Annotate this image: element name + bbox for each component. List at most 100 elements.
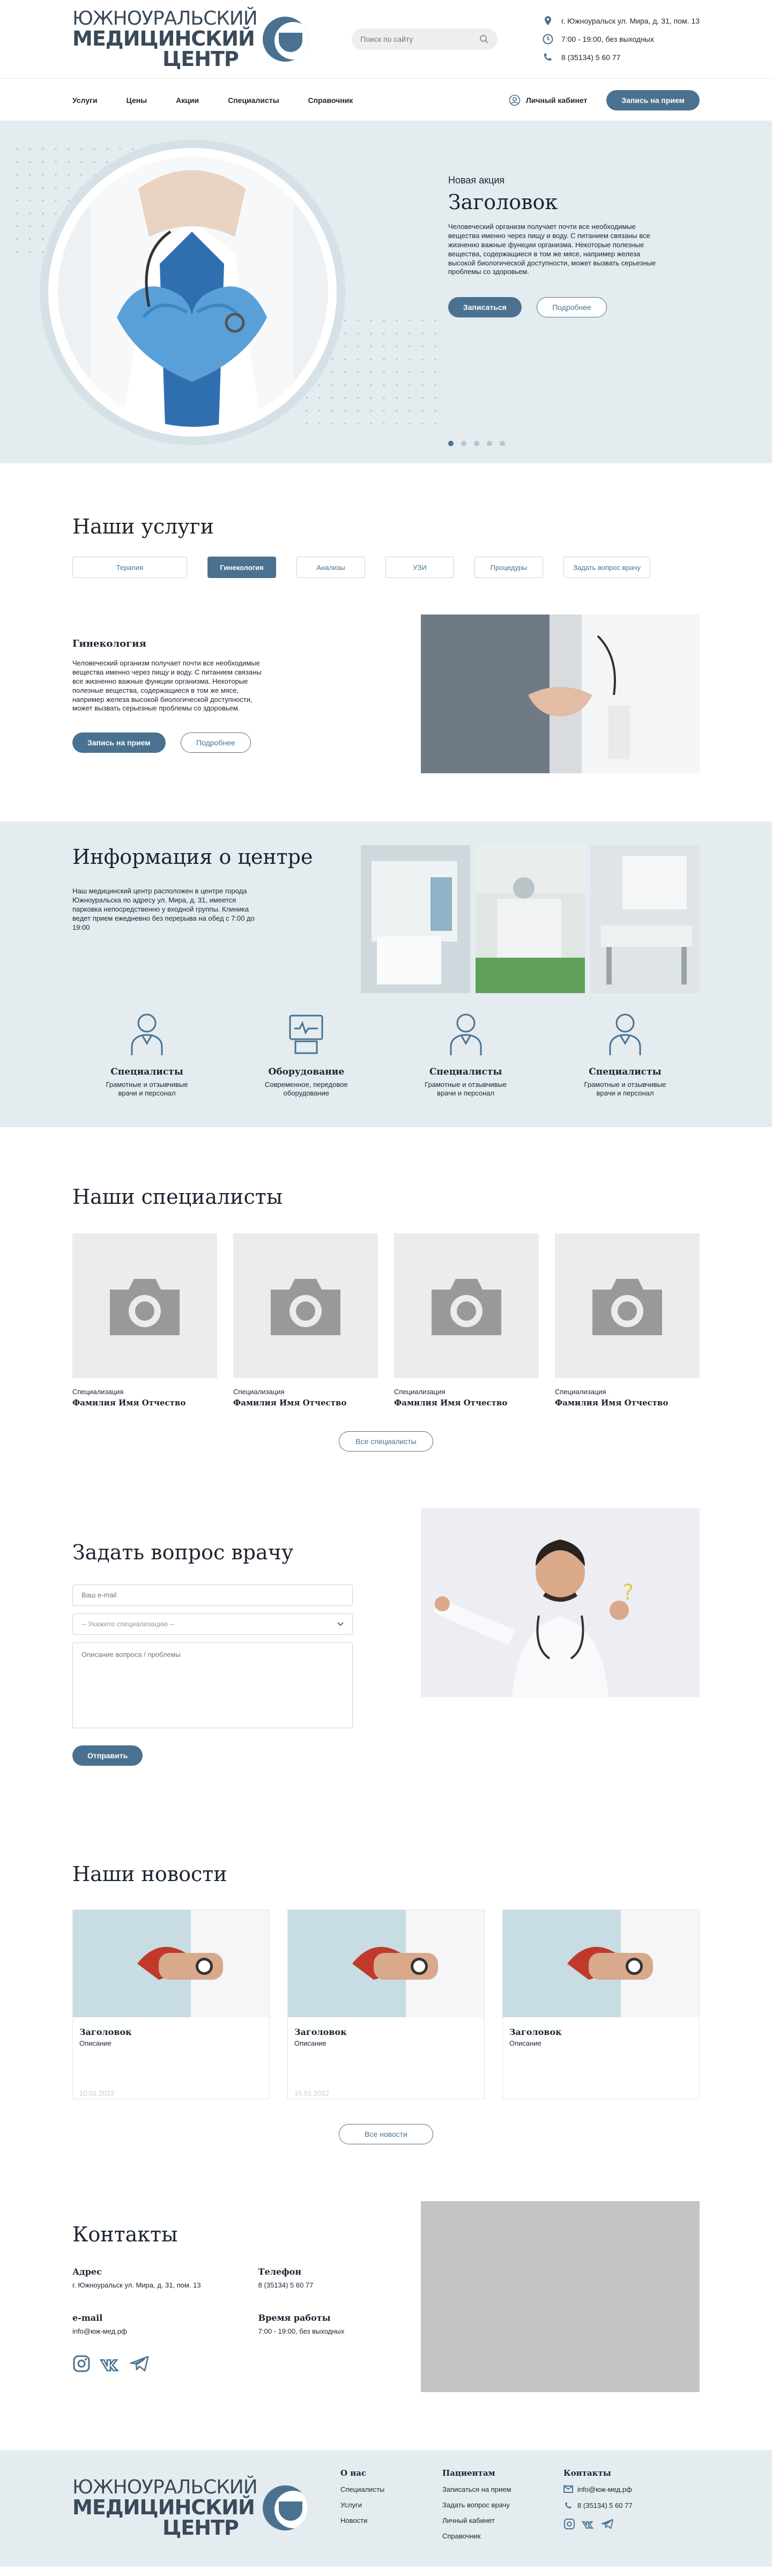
- header-hours: 7:00 - 19:00, без выходных: [561, 35, 654, 43]
- specialist-card[interactable]: Специализация Фамилия Имя Отчество: [72, 1233, 217, 1408]
- news-card[interactable]: Заголовок Описание: [502, 1909, 700, 2099]
- slider-dot[interactable]: [474, 441, 479, 446]
- vk-icon[interactable]: [99, 2355, 121, 2373]
- specialization-select[interactable]: -- Укажите специализацию --: [72, 1613, 353, 1635]
- contact-email: e-mail info@юж-мед.рф: [72, 2313, 258, 2335]
- search-icon[interactable]: [479, 34, 489, 44]
- logo-line-1: ЮЖНОУРАЛЬСКИЙ: [72, 8, 258, 29]
- news-card[interactable]: Заголовок Описание 10.01.2022: [72, 1909, 270, 2099]
- service-text: Человеческий организм получает почти все…: [72, 659, 262, 713]
- footer-phone[interactable]: 8 (35134) 5 60 77: [577, 2501, 633, 2510]
- footer-logo[interactable]: ЮЖНОУРАЛЬСКИЙ МЕДИЦИНСКИЙ ЦЕНТР: [72, 2468, 340, 2548]
- clinic-photo: [476, 845, 585, 993]
- feature-text: Грамотные и отзывчивые врачи и персонал: [584, 1080, 666, 1098]
- footer-link[interactable]: Задать вопрос врачу: [442, 2501, 563, 2509]
- email-label: e-mail: [72, 2312, 103, 2323]
- all-specialists-button[interactable]: Все специалисты: [339, 1431, 433, 1452]
- appointment-button[interactable]: Запись на прием: [606, 90, 700, 110]
- hero-text: Человеческий организм получает почти все…: [448, 223, 656, 276]
- logo-line-3: ЦЕНТР: [162, 47, 239, 71]
- hero-more-button[interactable]: Подробнее: [537, 297, 607, 318]
- search-box[interactable]: [352, 28, 498, 50]
- camera-icon: [271, 1278, 340, 1335]
- telegram-icon[interactable]: [601, 2518, 614, 2530]
- slider-dot[interactable]: [448, 441, 454, 446]
- specialist-card[interactable]: Специализация Фамилия Имя Отчество: [233, 1233, 378, 1408]
- instagram-icon[interactable]: [563, 2518, 575, 2530]
- footer-link[interactable]: Записаться на прием: [442, 2485, 563, 2493]
- service-more-button[interactable]: Подробнее: [181, 732, 251, 753]
- email-field[interactable]: [72, 1584, 353, 1606]
- footer-email[interactable]: info@юж-мед.рф: [577, 2485, 632, 2493]
- specialist-role: Специализация: [394, 1387, 446, 1396]
- logo[interactable]: ЮЖНОУРАЛЬСКИЙ МЕДИЦИНСКИЙ ЦЕНТР: [72, 9, 308, 69]
- services-section: Наши услуги Терапия Гинекология Анализы …: [0, 463, 772, 821]
- news-card-date: 10.01.2022: [294, 2089, 330, 2097]
- nav-item-specialists[interactable]: Специалисты: [228, 96, 279, 105]
- tab-analyses[interactable]: Анализы: [296, 557, 365, 578]
- logo-text: ЮЖНОУРАЛЬСКИЙ МЕДИЦИНСКИЙ ЦЕНТР: [72, 2476, 258, 2538]
- site-header: ЮЖНОУРАЛЬСКИЙ МЕДИЦИНСКИЙ ЦЕНТР г. Южноу…: [0, 0, 772, 121]
- header-address: г. Южноуральск ул. Мира, д. 31, пом. 13: [561, 17, 700, 25]
- svg-text:?: ?: [622, 1580, 634, 1605]
- email-value[interactable]: info@юж-мед.рф: [72, 2327, 258, 2335]
- nav-item-services[interactable]: Услуги: [72, 96, 98, 105]
- specialist-card[interactable]: Специализация Фамилия Имя Отчество: [555, 1233, 700, 1408]
- tab-gynecology[interactable]: Гинекология: [207, 557, 276, 578]
- news-card-title: Заголовок: [79, 2026, 132, 2037]
- footer-contacts: Контакты info@юж-мед.рф 8 (35134) 5 60 7…: [563, 2468, 633, 2548]
- header-phone[interactable]: 8 (35134) 5 60 77: [561, 53, 621, 62]
- question-textarea[interactable]: [72, 1642, 353, 1728]
- instagram-icon[interactable]: [72, 2355, 91, 2373]
- hero-signup-button[interactable]: Записаться: [448, 297, 522, 318]
- phone-value[interactable]: 8 (35134) 5 60 77: [258, 2281, 351, 2289]
- footer-link[interactable]: Новости: [340, 2516, 442, 2525]
- submit-button[interactable]: Отправить: [72, 1745, 143, 1766]
- footer-link[interactable]: Услуги: [340, 2501, 442, 2509]
- slider-dot[interactable]: [461, 441, 466, 446]
- service-heading: Гинекология: [72, 638, 146, 649]
- specialist-role: Специализация: [555, 1387, 606, 1396]
- slider-dot[interactable]: [500, 441, 505, 446]
- nav-item-promotions[interactable]: Акции: [176, 96, 199, 105]
- news-card-date: 10.01.2022: [79, 2089, 115, 2097]
- logo-line-2: МЕДИЦИНСКИЙ: [72, 2495, 255, 2519]
- ask-doctor-section: Задать вопрос врачу -- Укажите специализ…: [0, 1483, 772, 1819]
- vk-icon[interactable]: [582, 2518, 595, 2530]
- feature-item: Оборудование Современное, передовое обор…: [255, 1010, 357, 1098]
- hero-slider: Новая акция Заголовок Человеческий орган…: [0, 121, 772, 463]
- feature-text: Грамотные и отзывчивые врачи и персонал: [425, 1080, 507, 1098]
- service-appointment-button[interactable]: Запись на прием: [72, 732, 166, 753]
- search-input[interactable]: [360, 35, 468, 43]
- feature-item: Специалисты Грамотные и отзывчивые врачи…: [96, 1010, 198, 1098]
- tab-ultrasound[interactable]: УЗИ: [385, 557, 454, 578]
- nav-item-prices[interactable]: Цены: [127, 96, 147, 105]
- footer-link[interactable]: Специалисты: [340, 2485, 442, 2493]
- contact-phone: Телефон 8 (35134) 5 60 77: [258, 2267, 351, 2289]
- specialists-section: Наши специалисты Специализация Фамилия И…: [0, 1127, 772, 1483]
- all-news-button[interactable]: Все новости: [339, 2123, 433, 2144]
- footer-link[interactable]: Личный кабинет: [442, 2516, 563, 2525]
- map-placeholder[interactable]: [421, 2201, 700, 2392]
- phone-label: Телефон: [258, 2266, 302, 2277]
- nav-item-handbook[interactable]: Справочник: [308, 96, 353, 105]
- hours-label: Время работы: [258, 2312, 331, 2323]
- specialist-card[interactable]: Специализация Фамилия Имя Отчество: [394, 1233, 539, 1408]
- logo-mark-icon: [262, 17, 308, 62]
- footer-link[interactable]: Справочник: [442, 2532, 563, 2540]
- doctor-icon: [450, 1013, 482, 1055]
- site-footer: ЮЖНОУРАЛЬСКИЙ МЕДИЦИНСКИЙ ЦЕНТР О нас Сп…: [0, 2449, 772, 2567]
- tab-therapy[interactable]: Терапия: [72, 557, 187, 578]
- logo-line-1: ЮЖНОУРАЛЬСКИЙ: [72, 2476, 258, 2498]
- telegram-icon[interactable]: [129, 2355, 150, 2373]
- personal-cabinet-link[interactable]: Личный кабинет: [509, 94, 587, 106]
- tab-procedures[interactable]: Процедуры: [474, 557, 543, 578]
- feature-title: Специалисты: [110, 1067, 183, 1077]
- slider-dot[interactable]: [487, 441, 492, 446]
- service-image: [421, 615, 700, 773]
- address-label: Адрес: [72, 2266, 102, 2277]
- tab-ask-doctor[interactable]: Задать вопрос врачу: [563, 557, 650, 578]
- contacts-section: Контакты Адрес г. Южноуральск ул. Мира, …: [0, 2192, 772, 2450]
- news-card[interactable]: Заголовок Описание 10.01.2022: [287, 1909, 485, 2099]
- footer-about: О нас Специалисты Услуги Новости: [340, 2468, 442, 2548]
